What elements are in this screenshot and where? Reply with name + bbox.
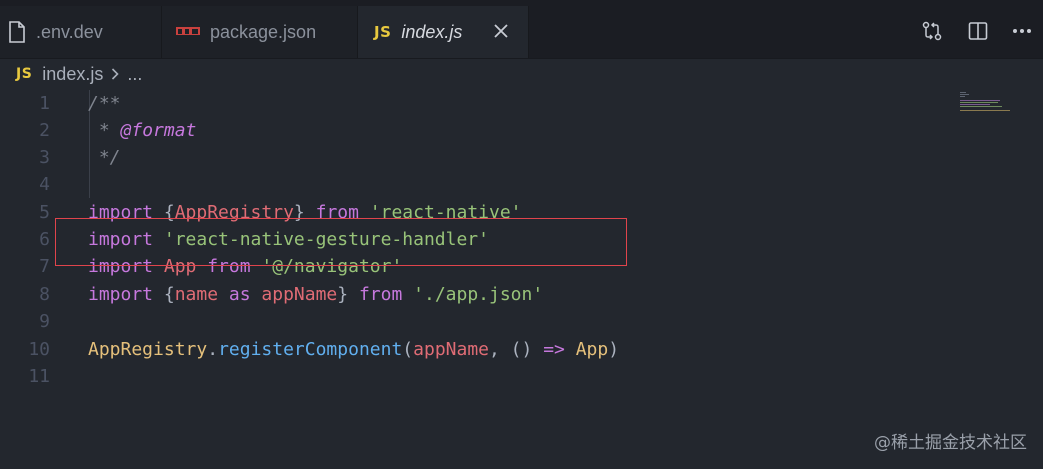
code-token: appName [261, 284, 338, 305]
code-content: /** [88, 90, 121, 117]
more-actions-icon[interactable] [1008, 17, 1036, 45]
code-line[interactable]: 5 import {AppRegistry} from 'react-native… [0, 199, 950, 226]
code-content: */ [88, 144, 121, 171]
code-editor[interactable]: 1/** 2 * @format 3 */4 5 import {AppRegistry… [0, 90, 1043, 469]
tab-bar: .env.dev package.json JS index.js [0, 0, 1043, 59]
code-line[interactable]: 3 */ [0, 144, 950, 171]
npm-icon [176, 27, 200, 37]
tab-package-json[interactable]: package.json [162, 6, 358, 58]
code-line[interactable]: 4 [0, 171, 950, 198]
code-token: ( [402, 339, 414, 360]
breadcrumb-file[interactable]: index.js [42, 64, 103, 85]
line-number: 6 [39, 229, 50, 250]
line-number: 5 [39, 202, 50, 223]
code-token: ) [608, 339, 620, 360]
line-number: 4 [39, 174, 50, 195]
code-token: * [88, 120, 121, 141]
js-badge: JS [374, 23, 392, 41]
code-token: , () [489, 339, 544, 360]
code-token: name [174, 284, 229, 305]
tab-label: package.json [210, 21, 317, 42]
source-control-compare-icon[interactable] [918, 17, 946, 45]
code-token: registerComponent [218, 339, 403, 360]
code-token: 'react-native-gesture-handler' [163, 229, 489, 250]
code-token: /** [88, 93, 121, 114]
code-token: './app.json' [413, 284, 544, 305]
code-line[interactable]: 11 [0, 363, 950, 390]
code-token: from [207, 256, 262, 277]
code-token: as [228, 284, 262, 305]
code-token: */ [88, 147, 121, 168]
code-content: AppRegistry.registerComponent(appName, (… [88, 336, 619, 363]
code-token: 'react-native' [369, 202, 522, 223]
code-token: from [358, 284, 414, 305]
tab-index-js[interactable]: JS index.js [358, 6, 529, 58]
code-token: @format [120, 120, 197, 141]
code-line[interactable]: 8 import {name as appName} from './app.js… [0, 281, 950, 308]
watermark: @稀土掘金技术社区 [874, 433, 1027, 453]
code-content: * @format [88, 117, 197, 144]
code-line[interactable]: 10 AppRegistry.registerComponent(appName,… [0, 336, 950, 363]
code-token: from [315, 202, 370, 223]
code-token: } [293, 202, 316, 223]
code-content: import 'react-native-gesture-handler' [88, 226, 489, 253]
line-number: 2 [39, 120, 50, 141]
line-number: 8 [39, 284, 50, 305]
minimap[interactable] [958, 90, 1018, 120]
code-token: => [543, 339, 565, 360]
code-token: import [88, 256, 164, 277]
code-line[interactable]: 9 [0, 308, 950, 335]
line-number: 3 [39, 147, 50, 168]
code-content: import App from '@/navigator' [88, 253, 402, 280]
line-number: 10 [28, 339, 50, 360]
editor-actions [918, 16, 1036, 46]
js-icon: JS [374, 23, 391, 41]
line-number: 9 [39, 311, 50, 332]
code-line[interactable]: 2 * @format [0, 117, 950, 144]
line-number: 11 [28, 366, 50, 387]
code-line[interactable]: 6 import 'react-native-gesture-handler' [0, 226, 950, 253]
code-content: import {name as appName} from './app.jso… [88, 281, 543, 308]
code-token: } [337, 284, 359, 305]
split-editor-icon[interactable] [964, 17, 992, 45]
close-icon[interactable] [490, 20, 512, 42]
code-token: { [163, 284, 175, 305]
code-content: import {AppRegistry} from 'react-native' [88, 199, 522, 226]
code-token: appName [413, 339, 489, 360]
code-line[interactable]: 7 import App from '@/navigator' [0, 253, 950, 280]
code-token: { [163, 202, 175, 223]
breadcrumb: JS index.js ... [0, 59, 1043, 89]
breadcrumb-symbols[interactable]: ... [127, 64, 142, 85]
tab-env-dev[interactable]: .env.dev [0, 6, 162, 58]
tab-label: .env.dev [36, 21, 103, 42]
code-token: AppRegistry [174, 202, 294, 223]
code-token: import [88, 229, 164, 250]
chevron-right-icon [111, 68, 119, 80]
code-token: App [575, 339, 609, 360]
file-icon [8, 21, 26, 43]
code-line[interactable]: 1 /** [0, 90, 950, 117]
js-icon: JS [16, 66, 33, 82]
line-number: 1 [39, 93, 50, 114]
line-number: 7 [39, 256, 50, 277]
tab-label: index.js [401, 21, 463, 42]
code-token: import [88, 284, 164, 305]
code-token: . [207, 339, 219, 360]
code-token: App [163, 256, 208, 277]
code-token: import [88, 202, 164, 223]
code-token: AppRegistry [88, 339, 208, 360]
code-token: '@/navigator' [261, 256, 403, 277]
